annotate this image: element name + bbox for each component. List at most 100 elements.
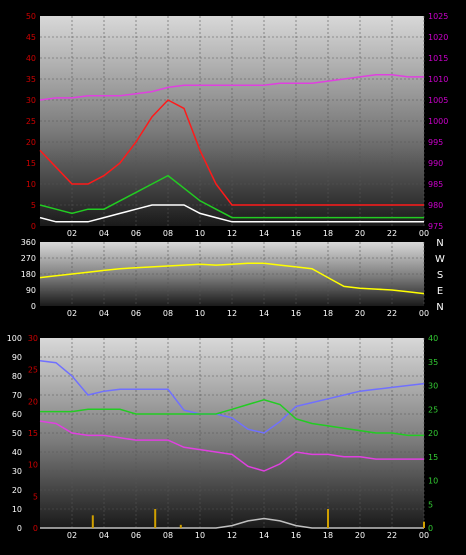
x-tick-label-10: 10 <box>195 309 205 318</box>
rain-tick-30: 30 <box>28 334 38 343</box>
x-tick-label-08: 08 <box>163 531 173 540</box>
x-tick-label-08: 08 <box>163 309 173 318</box>
rain-tick-5: 5 <box>33 492 38 501</box>
direction-tick-360: 360 <box>21 238 36 247</box>
x-tick-label-00: 00 <box>419 531 429 540</box>
x-tick-label-02: 02 <box>67 309 77 318</box>
x-tick-label-20: 20 <box>355 229 365 238</box>
rain-tick-25: 25 <box>28 366 38 375</box>
x-tick-label-22: 22 <box>387 309 397 318</box>
x-tick-label-04: 04 <box>99 531 109 540</box>
x-tick-label-12: 12 <box>227 531 237 540</box>
windspeed-axis-label: Windspeed (kph) <box>5 2 90 13</box>
windspeed-tick-30: 30 <box>26 96 36 105</box>
x-tick-label-16: 16 <box>291 229 301 238</box>
direction-tick-180: 180 <box>21 270 36 279</box>
temperature-tick-20: 20 <box>428 429 438 438</box>
barometer-tick-1010: 1010 <box>428 75 448 84</box>
x-tick-label-10: 10 <box>195 229 205 238</box>
x-tick-label-20: 20 <box>355 531 365 540</box>
max-solar-label: Max solar <box>172 322 221 333</box>
windspeed-tick-45: 45 <box>26 33 36 42</box>
direction-tick-0: 0 <box>31 302 36 311</box>
x-tick-label-22: 22 <box>387 531 397 540</box>
rain-bar-1 <box>154 509 157 528</box>
x-tick-label-14: 14 <box>259 229 269 238</box>
rain-tick-15: 15 <box>28 429 38 438</box>
compass-tick-S-2: S <box>437 270 443 281</box>
barometer-tick-995: 995 <box>428 138 443 147</box>
x-tick-label-06: 06 <box>131 309 141 318</box>
x-tick-label-18: 18 <box>323 229 333 238</box>
windspeed-tick-40: 40 <box>26 54 36 63</box>
dew-point-axis-label: Dew Point (°C) <box>392 322 465 333</box>
x-tick-label-00: 00 <box>419 229 429 238</box>
x-tick-label-16: 16 <box>291 309 301 318</box>
temperature-tick-30: 30 <box>428 382 438 391</box>
compass-tick-E-3: E <box>437 286 443 297</box>
humidity-tick-80: 80 <box>12 372 22 381</box>
humidity-axis-label: Humidity <box>67 322 112 333</box>
windspeed-tick-15: 15 <box>26 159 36 168</box>
humidity-tick-100: 100 <box>7 334 22 343</box>
x-tick-label-12: 12 <box>227 309 237 318</box>
direction-tick-90: 90 <box>26 286 36 295</box>
humidity-tick-0: 0 <box>17 524 22 533</box>
temperature-tick-35: 35 <box>428 358 438 367</box>
windspeed-tick-35: 35 <box>26 75 36 84</box>
temperature-tick-40: 40 <box>428 334 438 343</box>
rain-bar-2 <box>179 524 182 528</box>
humidity-tick-10: 10 <box>12 505 22 514</box>
temperature-tick-5: 5 <box>428 500 433 509</box>
x-tick-label-18: 18 <box>323 309 333 318</box>
rain-tick-0: 0 <box>33 524 38 533</box>
barometer-tick-980: 980 <box>428 201 443 210</box>
x-tick-label-22: 22 <box>387 229 397 238</box>
x-tick-label-14: 14 <box>259 309 269 318</box>
x-tick-label-06: 06 <box>131 531 141 540</box>
temperature-tick-10: 10 <box>428 477 438 486</box>
compass-tick-W-1: W <box>435 254 445 265</box>
humidity-tick-90: 90 <box>12 353 22 362</box>
barometer-tick-975: 975 <box>428 222 443 231</box>
humidity-tick-60: 60 <box>12 410 22 419</box>
rainfall-axis-label: Rainfall (mm) <box>0 322 68 333</box>
barometer-tick-1020: 1020 <box>428 33 448 42</box>
rain-tick-10: 10 <box>28 461 38 470</box>
temperature-tick-15: 15 <box>428 453 438 462</box>
barometer-tick-1025: 1025 <box>428 12 448 21</box>
x-tick-label-18: 18 <box>323 531 333 540</box>
barometer-tick-1000: 1000 <box>428 117 448 126</box>
x-tick-label-12: 12 <box>227 229 237 238</box>
x-tick-label-02: 02 <box>67 531 77 540</box>
rain-bar-3 <box>327 509 329 528</box>
rain-tick-20: 20 <box>28 397 38 406</box>
x-tick-label-10: 10 <box>195 531 205 540</box>
windspeed-tick-20: 20 <box>26 138 36 147</box>
x-tick-label-08: 08 <box>163 229 173 238</box>
windspeed-tick-5: 5 <box>31 201 36 210</box>
x-tick-label-06: 06 <box>131 229 141 238</box>
barometer-tick-990: 990 <box>428 159 443 168</box>
temperature-tick-25: 25 <box>428 405 438 414</box>
barometer-tick-1015: 1015 <box>428 54 448 63</box>
x-tick-label-20: 20 <box>355 309 365 318</box>
humidity-tick-30: 30 <box>12 467 22 476</box>
weather-graph: Windspeed (kph) 24 hour graph day : 04 O… <box>0 1 465 540</box>
humidity-tick-50: 50 <box>12 429 22 438</box>
barometer-tick-1005: 1005 <box>428 96 448 105</box>
compass-tick-N-4: N <box>436 302 443 313</box>
windspeed-tick-0: 0 <box>31 222 36 231</box>
x-tick-label-04: 04 <box>99 229 109 238</box>
humidity-tick-40: 40 <box>12 448 22 457</box>
temperature-axis-label: Temperature (°C) <box>311 322 398 333</box>
rain-bar-4 <box>423 521 425 528</box>
compass-tick-N-0: N <box>436 238 443 249</box>
direction-tick-270: 270 <box>21 254 36 263</box>
rain-bar-0 <box>91 515 94 528</box>
barometer-tick-985: 985 <box>428 180 443 189</box>
x-tick-label-14: 14 <box>259 531 269 540</box>
x-tick-label-04: 04 <box>99 309 109 318</box>
x-tick-label-16: 16 <box>291 531 301 540</box>
x-tick-label-00: 00 <box>419 309 429 318</box>
